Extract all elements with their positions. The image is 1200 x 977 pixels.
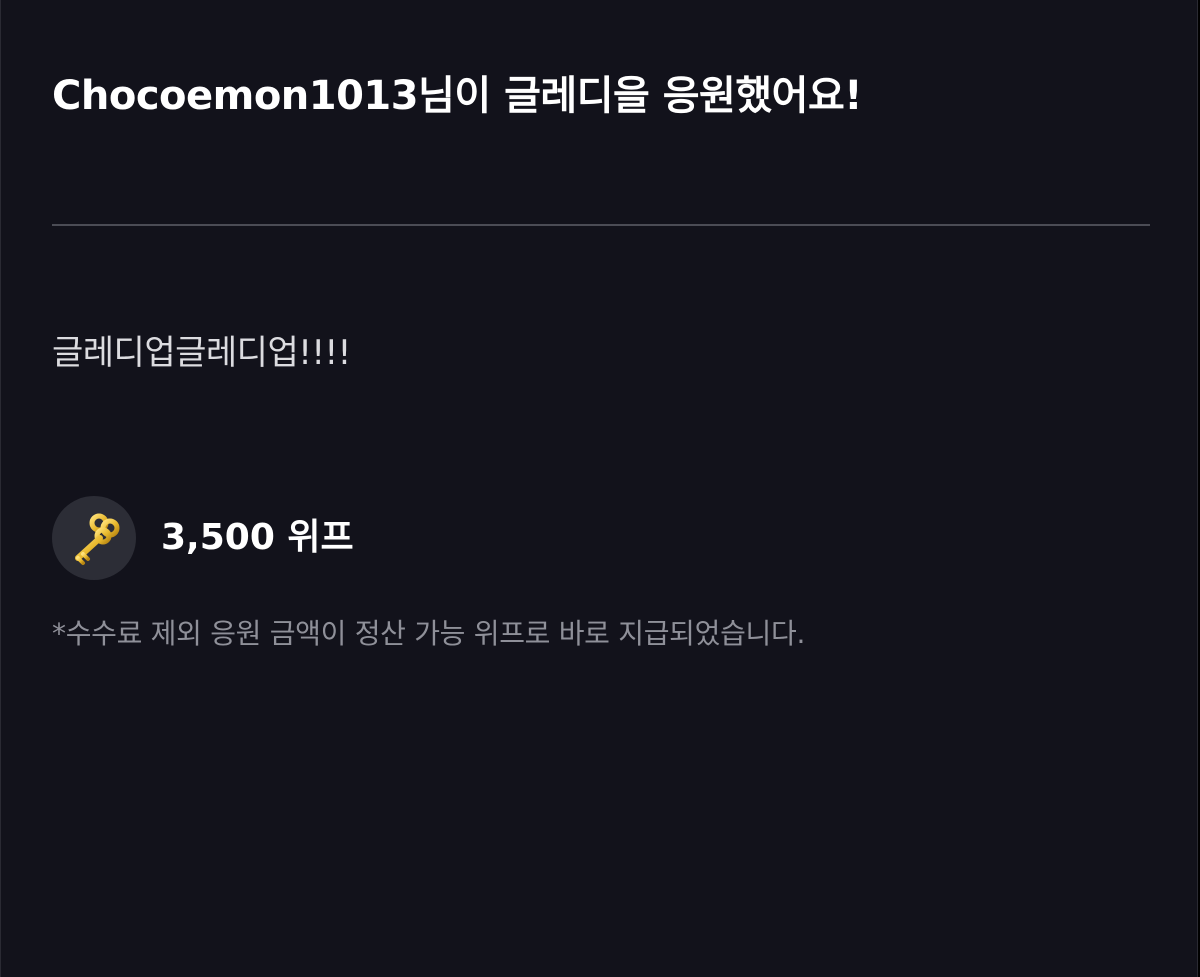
donation-amount: 3,500 위프 — [161, 517, 354, 558]
notification-title: Chocoemon1013님이 글레디을 응원했어요! — [52, 73, 863, 119]
donation-amount-row: 3,500 위프 — [52, 496, 354, 580]
key-icon-graphic — [75, 513, 120, 565]
donation-notification-panel: Chocoemon1013님이 글레디을 응원했어요! 글레디업글레디업!!!! — [0, 0, 1198, 977]
fee-notice: *수수료 제외 응원 금액이 정산 가능 위프로 바로 지급되었습니다. — [52, 617, 806, 650]
divider — [52, 224, 1150, 226]
support-message: 글레디업글레디업!!!! — [52, 333, 351, 373]
key-icon — [52, 496, 136, 580]
